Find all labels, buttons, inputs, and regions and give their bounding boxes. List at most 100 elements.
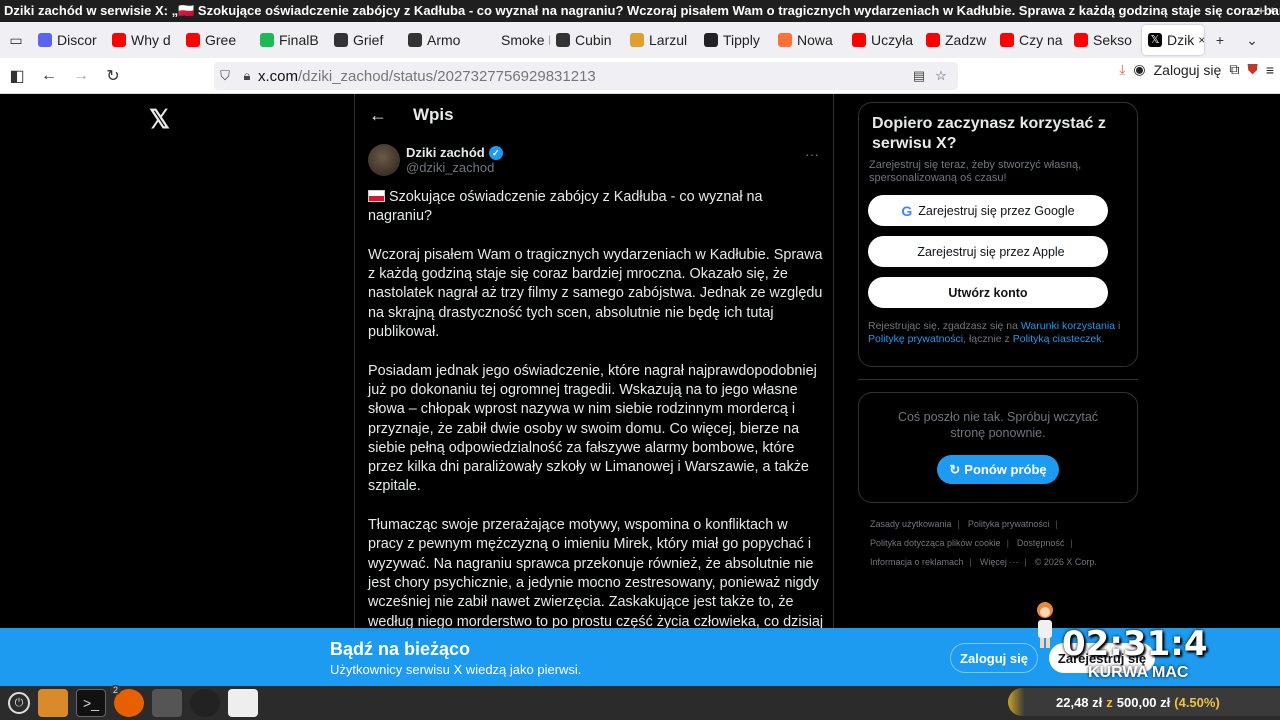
- tab-item[interactable]: Larzul: [624, 25, 698, 55]
- goal-total: 500,00 zł: [1116, 694, 1171, 710]
- google-signup-button[interactable]: G Zarejestruj się przez Google: [868, 195, 1108, 226]
- google-icon: G: [901, 202, 913, 219]
- bookmark-star-icon[interactable]: ☆: [930, 68, 952, 84]
- tab-item[interactable]: Czy na: [994, 25, 1068, 55]
- tab-item[interactable]: Discor: [32, 25, 106, 55]
- footer-terms-link[interactable]: Zasady użytkowania: [870, 519, 952, 529]
- post-column: ← Wpis Dziki zachód ✓ @dziki_zachod ··· S…: [354, 94, 834, 628]
- signup-title: Dopiero zaczynasz korzystać z serwisu X?: [872, 115, 1106, 152]
- firefox-icon[interactable]: 2: [110, 685, 144, 717]
- tab-item[interactable]: Armo: [402, 25, 476, 55]
- footer-copyright: © 2026 X Corp.: [1034, 557, 1097, 567]
- tab-label: Armo: [427, 32, 461, 48]
- footer-more-link[interactable]: Więcej ···: [980, 557, 1019, 567]
- tab-item[interactable]: Nowa: [772, 25, 846, 55]
- post-paragraph: Wczoraj pisałem Wam o tragicznych wydarz…: [368, 246, 823, 341]
- tab-favicon-icon: [852, 33, 866, 47]
- avatar[interactable]: [368, 144, 400, 176]
- author-name[interactable]: Dziki zachód: [406, 145, 485, 160]
- tab-favicon-icon: [186, 33, 200, 47]
- tab-label: Cubin: [575, 32, 612, 48]
- tab-favicon-icon: [112, 33, 126, 47]
- tab-item[interactable]: Grief: [328, 25, 402, 55]
- stream-clock: 02:31:4: [1062, 624, 1208, 664]
- tab-item[interactable]: Uczyła: [846, 25, 920, 55]
- tab-menu-chevron-icon[interactable]: ⌄: [1236, 22, 1268, 58]
- tab-label: Uczyła: [871, 32, 914, 48]
- tab-favicon-icon: [260, 33, 274, 47]
- start-menu-icon[interactable]: ⏻: [8, 692, 30, 714]
- footer-privacy-link[interactable]: Polityka prywatności: [968, 519, 1050, 529]
- author-handle[interactable]: @dziki_zachod: [406, 160, 503, 175]
- footer-cookies-link[interactable]: Polityka dotycząca plików cookie: [870, 538, 1001, 548]
- steam-icon[interactable]: [152, 689, 182, 717]
- tab-favicon-icon: [408, 33, 422, 47]
- lock-icon[interactable]: 🔒︎: [236, 68, 258, 84]
- back-arrow-icon[interactable]: ←: [369, 105, 413, 126]
- nav-right-tools: ⤓ ◉ Zaloguj się ⧉ ⛊ ≡: [1119, 61, 1274, 78]
- url-path: /dziki_zachod/status/2027327756929831213: [298, 67, 596, 85]
- login-label[interactable]: Zaloguj się: [1154, 62, 1222, 78]
- post-body: Szokujące oświadczenie zabójcy z Kadłuba…: [368, 188, 824, 628]
- tab-item[interactable]: Gree: [180, 25, 254, 55]
- url-bar[interactable]: ⛉ 🔒︎ x.com/dziki_zachod/status/202732775…: [214, 62, 958, 90]
- obs-icon[interactable]: [190, 689, 220, 717]
- tab-list-icon[interactable]: ▭: [0, 22, 32, 58]
- x-page: 𝕏 ← Wpis Dziki zachód ✓ @dziki_zachod ···…: [0, 94, 1280, 628]
- tab-favicon-icon: [38, 33, 52, 47]
- tab-favicon-icon: [926, 33, 940, 47]
- footer-accessibility-link[interactable]: Dostępność: [1017, 538, 1065, 548]
- window-controls[interactable]: + +: [1257, 0, 1276, 22]
- window-title: Dziki zachód w serwisie X: „🇵🇱 Szokujące…: [4, 3, 1280, 18]
- footer-ads-link[interactable]: Informacja o reklamach: [870, 557, 964, 567]
- terms-link[interactable]: Warunki korzystania: [1021, 320, 1115, 332]
- ublock-icon[interactable]: ⛊: [1247, 61, 1258, 78]
- reload-icon[interactable]: ↻: [98, 61, 128, 91]
- shield-icon[interactable]: ⛉: [214, 68, 236, 84]
- menu-icon[interactable]: ≡: [1266, 62, 1274, 78]
- new-tab-button[interactable]: +: [1204, 22, 1236, 58]
- tab-label: Why d: [131, 32, 171, 48]
- forward-icon[interactable]: →: [66, 61, 96, 91]
- tab-favicon-icon: [1000, 33, 1014, 47]
- sidebar-toggle-icon[interactable]: ◧: [2, 61, 32, 91]
- divider: [858, 379, 1138, 380]
- post-paragraph: Tłumacząc swoje przerażające motywy, wsp…: [368, 517, 824, 628]
- taskbar-badge: 2: [110, 685, 122, 695]
- tab-item[interactable]: Sekso: [1068, 25, 1142, 55]
- account-icon[interactable]: ◉: [1133, 61, 1145, 78]
- tab-item[interactable]: Tipply: [698, 25, 772, 55]
- folder-icon[interactable]: [38, 689, 68, 717]
- goal-percent: (4.50%): [1174, 694, 1220, 710]
- create-account-button[interactable]: Utwórz konto: [868, 277, 1108, 308]
- tab-label: Dzik: [1167, 32, 1195, 48]
- extensions-icon[interactable]: ⧉: [1229, 61, 1239, 78]
- more-options-icon[interactable]: ···: [805, 146, 819, 162]
- tab-favicon-icon: [778, 33, 792, 47]
- cookies-link[interactable]: Polityką ciasteczek: [1013, 333, 1102, 345]
- tab-item[interactable]: Cubin: [550, 25, 624, 55]
- legal-text: , łącznie z: [963, 333, 1013, 345]
- terminal-icon[interactable]: >_: [76, 689, 106, 717]
- nav-bar: ◧ ← → ↻ ⛉ 🔒︎ x.com/dziki_zachod/status/2…: [0, 58, 1280, 94]
- tab-item[interactable]: Smoke R: [476, 25, 550, 55]
- text-editor-icon[interactable]: [228, 689, 258, 717]
- refresh-icon: ↻: [949, 461, 961, 477]
- author[interactable]: Dziki zachód ✓ @dziki_zachod: [368, 144, 503, 176]
- x-logo-icon[interactable]: 𝕏: [149, 104, 170, 135]
- tab-item[interactable]: Zadzw: [920, 25, 994, 55]
- back-icon[interactable]: ←: [34, 61, 64, 91]
- signup-subtitle: Zarejestruj się teraz, żeby stworzyć wła…: [869, 159, 1082, 184]
- reader-view-icon[interactable]: ▤: [908, 68, 930, 84]
- tab-label: Smoke R: [501, 32, 550, 48]
- retry-button[interactable]: ↻ Ponów próbę: [937, 455, 1059, 484]
- tab-label: Sekso: [1093, 32, 1132, 48]
- tab-active[interactable]: 𝕏 Dzik ×: [1142, 25, 1204, 55]
- tab-label: FinalB: [279, 32, 319, 48]
- tab-item[interactable]: FinalB: [254, 25, 328, 55]
- tab-item[interactable]: Why d: [106, 25, 180, 55]
- apple-signup-button[interactable]: Zarejestruj się przez Apple: [868, 236, 1108, 267]
- privacy-link[interactable]: Politykę prywatności: [868, 333, 963, 345]
- download-icon[interactable]: ⤓: [1119, 61, 1125, 78]
- banner-login-button[interactable]: Zaloguj się: [950, 643, 1038, 673]
